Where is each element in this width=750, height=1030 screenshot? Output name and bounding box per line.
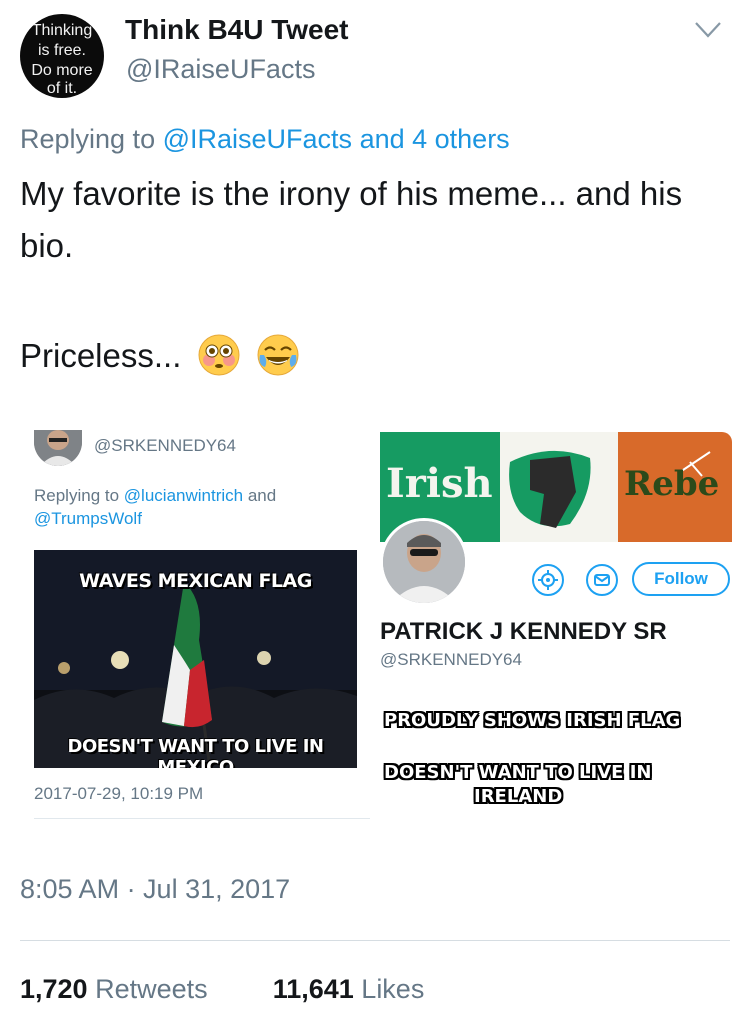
replying-to-line: Replying to @IRaiseUFacts and 4 others (20, 124, 510, 155)
tweet-text-priceless: Priceless... (20, 337, 182, 374)
embedded-handle: @SRKENNEDY64 (94, 436, 236, 455)
author-display-name[interactable]: Think B4U Tweet (125, 14, 349, 46)
reply-others-link[interactable]: and 4 others (360, 124, 510, 154)
likes-label: Likes (361, 974, 425, 1004)
embedded-replying-to: Replying to @lucianwintrich and @TrumpsW… (34, 484, 364, 530)
engagement-stats: 1,720 Retweets 11,641 Likes (20, 974, 424, 1005)
tweet-text: My favorite is the irony of his meme... … (20, 175, 683, 264)
divider (20, 940, 730, 941)
crying-laughing-face-icon (257, 334, 299, 376)
meme-bottom-caption: DOESN'T WANT TO LIVE IN MEXICO (67, 736, 324, 768)
message-envelope-icon[interactable] (586, 564, 618, 596)
tweet-timestamp[interactable]: 8:05 AM · Jul 31, 2017 (20, 874, 290, 905)
embedded-mention-1: @lucianwintrich (123, 486, 244, 505)
author-avatar[interactable]: Thinking is free. Do more of it. (20, 14, 104, 98)
tweet-text-line2: Priceless... (20, 330, 300, 382)
meme-image: WAVES MEXICAN FLAG DOESN'T WANT TO LIVE … (34, 550, 357, 768)
reply-mention-link[interactable]: @IRaiseUFacts (163, 124, 352, 154)
retweet-count: 1,720 (20, 974, 88, 1004)
embedded-and: and (247, 486, 277, 505)
profile-name: PATRICK J KENNEDY SR (380, 618, 667, 645)
embedded-avatar (34, 430, 82, 466)
embedded-divider (34, 818, 370, 819)
meme-caption-ireland-line2: IRELAND (474, 786, 563, 807)
chevron-down-icon[interactable] (694, 20, 722, 40)
likes-count: 11,641 (272, 974, 354, 1004)
settings-gear-icon[interactable] (532, 564, 564, 596)
retweet-stat[interactable]: 1,720 Retweets (20, 974, 208, 1004)
meme-top-caption: WAVES MEXICAN FLAG (79, 570, 312, 592)
author-handle[interactable]: @IRaiseUFacts (126, 54, 315, 85)
follow-button[interactable]: Follow (632, 562, 730, 596)
embedded-mention-2: @TrumpsWolf (34, 509, 142, 528)
avatar-text-line: Do more (31, 62, 93, 79)
embedded-reply-label: Replying to (34, 486, 120, 505)
replying-to-label: Replying to (20, 124, 156, 154)
embedded-timestamp: 2017-07-29, 10:19 PM (34, 784, 204, 803)
profile-avatar (380, 518, 468, 606)
likes-stat[interactable]: 11,641 Likes (273, 974, 425, 1004)
meme-caption-ireland-line1: DOESN'T WANT TO LIVE IN (384, 762, 652, 783)
embedded-tweet-screenshot[interactable]: @SRKENNEDY64 Replying to @lucianwintrich… (20, 420, 370, 830)
profile-handle: @SRKENNEDY64 (380, 650, 522, 669)
avatar-text-line: Thinking (31, 22, 93, 39)
embedded-profile-screenshot[interactable]: Irish Rebe Follow PATRICK J KENNEDY SR @… (380, 432, 732, 822)
avatar-text-line: of it. (46, 80, 78, 97)
avatar-text-line: is free. (37, 42, 86, 59)
banner-text-rebel: Rebe (624, 464, 720, 504)
flushed-face-icon (198, 334, 240, 376)
retweet-label: Retweets (95, 974, 208, 1004)
banner-text-irish: Irish (386, 460, 493, 507)
meme-caption-irish-flag: PROUDLY SHOWS IRISH FLAG (384, 710, 681, 731)
